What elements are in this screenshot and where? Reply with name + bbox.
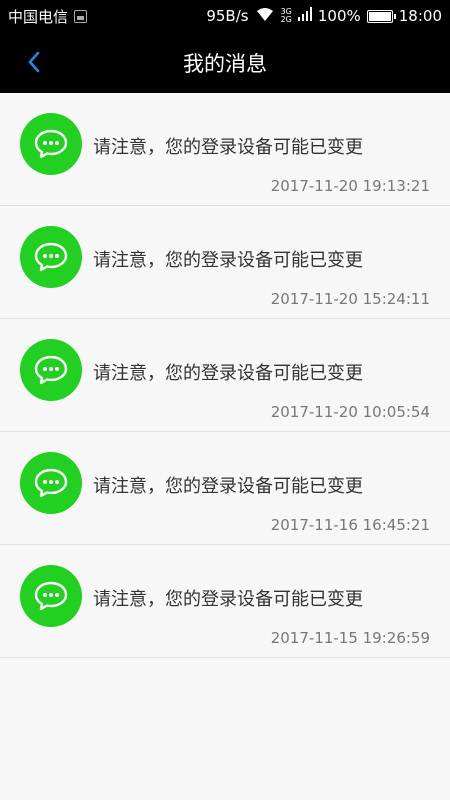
message-time: 2017-11-15 19:26:59 — [270, 629, 430, 647]
status-right: 95B/s 3G 2G 100% 18:00 — [206, 6, 442, 26]
chat-icon — [20, 452, 82, 514]
message-time: 2017-11-20 15:24:11 — [270, 290, 430, 308]
clock: 18:00 — [398, 7, 442, 25]
message-item[interactable]: 请注意，您的登录设备可能已变更 2017-11-20 10:05:54 — [0, 319, 450, 432]
network-type-bottom: 2G — [280, 15, 292, 24]
status-bar: 中国电信 95B/s 3G 2G 100% 18:00 — [0, 0, 450, 32]
message-text: 请注意，您的登录设备可能已变更 — [93, 476, 363, 497]
message-time: 2017-11-16 16:45:21 — [270, 516, 430, 534]
chat-icon — [20, 339, 82, 401]
message-item[interactable]: 请注意，您的登录设备可能已变更 2017-11-20 15:24:11 — [0, 206, 450, 319]
back-button[interactable] — [16, 44, 52, 80]
message-item[interactable]: 请注意，您的登录设备可能已变更 2017-11-16 16:45:21 — [0, 432, 450, 545]
battery-icon — [366, 9, 396, 23]
message-text: 请注意，您的登录设备可能已变更 — [93, 363, 363, 384]
message-text: 请注意，您的登录设备可能已变更 — [93, 250, 363, 271]
page-title: 我的消息 — [183, 51, 267, 76]
top-app-bar: 我的消息 — [0, 32, 450, 93]
carrier-label: 中国电信 — [8, 7, 69, 26]
message-item[interactable]: 请注意，您的登录设备可能已变更 2017-11-20 19:13:21 — [0, 93, 450, 206]
status-left: 中国电信 — [8, 6, 88, 27]
chat-icon — [20, 565, 82, 627]
network-speed: 95B/s — [206, 7, 249, 25]
message-text: 请注意，您的登录设备可能已变更 — [93, 589, 363, 610]
message-item[interactable]: 请注意，您的登录设备可能已变更 2017-11-15 19:26:59 — [0, 545, 450, 658]
wifi-icon — [255, 6, 275, 26]
message-time: 2017-11-20 19:13:21 — [270, 177, 430, 195]
chevron-left-icon — [28, 51, 40, 73]
signal-icon — [297, 7, 312, 25]
message-text: 请注意，您的登录设备可能已变更 — [93, 137, 363, 158]
network-type: 3G 2G — [281, 8, 292, 24]
image-notification-icon — [74, 9, 88, 23]
battery-percent: 100% — [317, 7, 361, 25]
message-list: 请注意，您的登录设备可能已变更 2017-11-20 19:13:21 请注意，… — [0, 93, 450, 658]
chat-icon — [20, 113, 82, 175]
message-time: 2017-11-20 10:05:54 — [270, 403, 430, 421]
chat-icon — [20, 226, 82, 288]
